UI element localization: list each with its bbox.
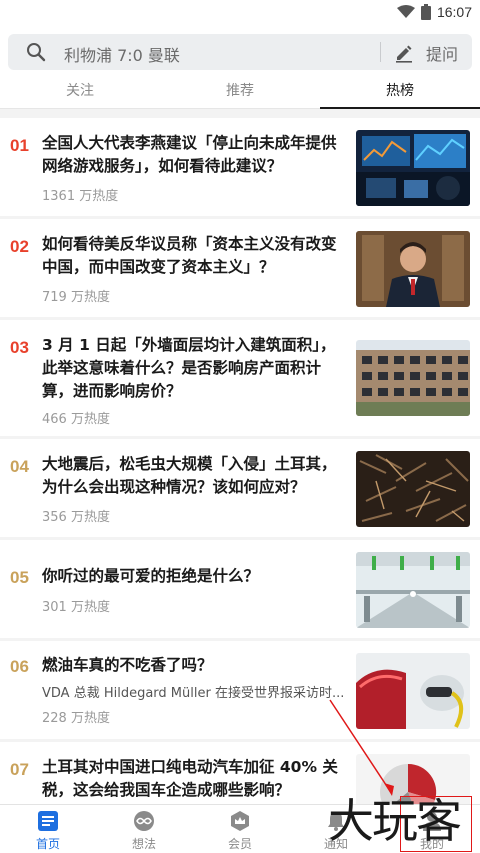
- nav-home[interactable]: 首页: [0, 805, 96, 853]
- item-thumbnail: [356, 340, 470, 416]
- search-icon: [27, 43, 46, 62]
- item-title: 3 月 1 日起「外墙面层均计入建筑面积」，此举这意味着什么？是否影响房产面积计…: [42, 336, 336, 400]
- hot-list: 01 全国人大代表李燕建议「停止向未成年提供网络游戏服务」，如何看待此建议？ 1…: [0, 118, 480, 804]
- heat-count: 719 万热度: [42, 290, 110, 305]
- item-excerpt: VDA 总裁 Hildegard Müller 在接受世界报采访时...: [42, 686, 345, 701]
- crown-icon: [231, 811, 249, 831]
- feed-tabs: 关注 推荐 热榜: [0, 76, 480, 109]
- nav-profile[interactable]: 我的: [384, 805, 480, 853]
- nav-membership[interactable]: 会员: [192, 805, 288, 853]
- item-thumbnail: [356, 653, 470, 729]
- item-title: 如何看待美反华议员称「资本主义没有改变中国，而中国改变了资本主义」？: [42, 235, 337, 276]
- clock: 16:07: [436, 4, 472, 20]
- infinity-icon: [134, 811, 154, 831]
- hot-list-item[interactable]: 01 全国人大代表李燕建议「停止向未成年提供网络游戏服务」，如何看待此建议？ 1…: [0, 118, 480, 216]
- nav-notifications[interactable]: 通知: [288, 805, 384, 853]
- tab-follow[interactable]: 关注: [0, 80, 160, 100]
- user-icon: [423, 812, 441, 831]
- pencil-icon: [396, 45, 412, 63]
- nav-label: 通知: [323, 837, 348, 851]
- ask-button[interactable]: 提问: [394, 41, 458, 65]
- item-thumbnail: [356, 130, 470, 206]
- hot-list-item[interactable]: 04 大地震后，松毛虫大规模「入侵」土耳其，为什么会出现这种情况？该如何应对？ …: [0, 439, 480, 537]
- hot-list-item[interactable]: 03 3 月 1 日起「外墙面层均计入建筑面积」，此举这意味着什么？是否影响房产…: [0, 320, 480, 436]
- ask-label: 提问: [426, 45, 459, 64]
- status-bar: 16:07: [0, 0, 480, 24]
- hot-list-item[interactable]: 07 土耳其对中国进口纯电动汽车加征 40% 关税，这会给我国车企造成哪些影响？: [0, 742, 480, 804]
- item-thumbnail: [356, 552, 470, 628]
- item-title: 燃油车真的不吃香了吗？: [42, 656, 213, 674]
- nav-label: 我的: [419, 837, 444, 851]
- rank-number: 05: [10, 568, 29, 587]
- item-title: 土耳其对中国进口纯电动汽车加征 40% 关税，这会给我国车企造成哪些影响？: [42, 758, 338, 799]
- rank-number: 06: [10, 657, 29, 676]
- hot-list-item[interactable]: 05 你听过的最可爱的拒绝是什么？ 301 万热度: [0, 540, 480, 638]
- heat-count: 466 万热度: [42, 412, 110, 427]
- hot-list-item[interactable]: 02 如何看待美反华议员称「资本主义没有改变中国，而中国改变了资本主义」？ 71…: [0, 219, 480, 317]
- tab-hot-list[interactable]: 热榜: [320, 80, 480, 100]
- rank-number: 03: [10, 338, 29, 357]
- search-bar[interactable]: 利物浦 7:0 曼联 提问: [8, 34, 472, 70]
- rank-number: 07: [10, 760, 29, 779]
- item-thumbnail: [356, 754, 470, 804]
- hot-list-item[interactable]: 06 燃油车真的不吃香了吗？ VDA 总裁 Hildegard Müller 在…: [0, 641, 480, 739]
- item-thumbnail: [356, 451, 470, 527]
- nav-ideas[interactable]: 想法: [96, 805, 192, 853]
- tab-recommend[interactable]: 推荐: [160, 80, 320, 100]
- item-thumbnail: [356, 231, 470, 307]
- heat-count: 228 万热度: [42, 711, 110, 726]
- nav-label: 会员: [227, 837, 252, 851]
- rank-number: 04: [10, 457, 29, 476]
- battery-icon: [420, 4, 431, 20]
- item-title: 你听过的最可爱的拒绝是什么？: [42, 567, 260, 585]
- nav-label: 想法: [131, 837, 156, 851]
- rank-number: 02: [10, 237, 29, 256]
- search-divider: [380, 42, 381, 62]
- heat-count: 301 万热度: [42, 600, 110, 615]
- item-title: 大地震后，松毛虫大规模「入侵」土耳其，为什么会出现这种情况？该如何应对？: [42, 455, 337, 496]
- wifi-icon: [396, 5, 415, 18]
- nav-label: 首页: [35, 837, 60, 851]
- rank-number: 01: [10, 136, 29, 155]
- search-input[interactable]: 利物浦 7:0 曼联: [64, 42, 180, 66]
- heat-count: 356 万热度: [42, 510, 110, 525]
- top-bar: 利物浦 7:0 曼联 提问: [0, 24, 480, 76]
- active-tab-indicator: [320, 107, 480, 109]
- home-icon: [38, 811, 58, 831]
- item-title: 全国人大代表李燕建议「停止向未成年提供网络游戏服务」，如何看待此建议？: [42, 134, 337, 175]
- bell-icon: [328, 812, 344, 831]
- heat-count: 1361 万热度: [42, 189, 119, 204]
- bottom-nav: 首页 想法 会员 通知 我的: [0, 804, 480, 853]
